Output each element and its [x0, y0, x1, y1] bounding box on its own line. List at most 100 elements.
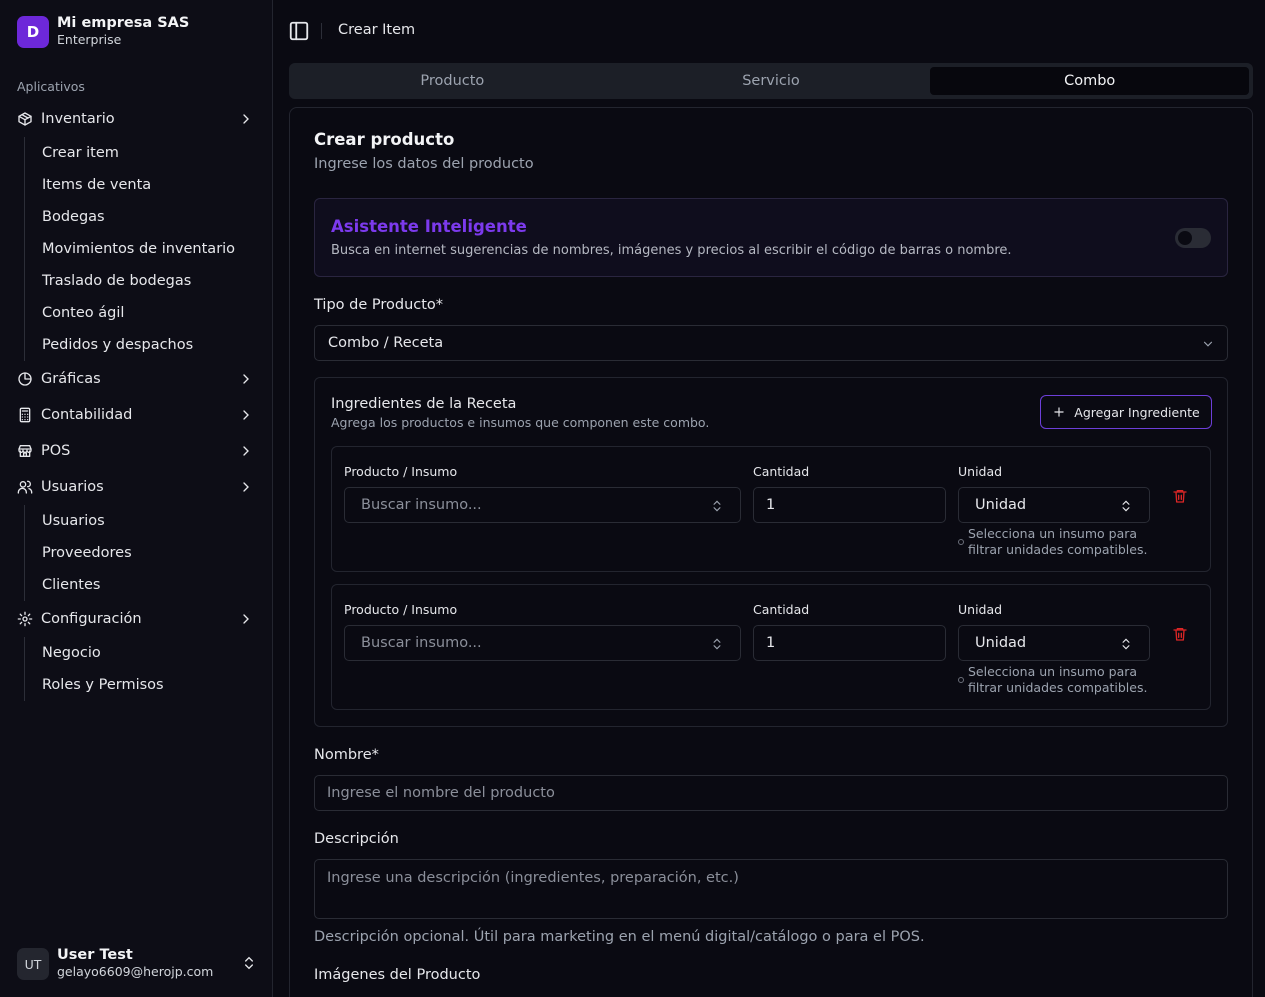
package-icon	[17, 111, 33, 127]
user-email: gelayo6609@herojp.com	[57, 964, 214, 979]
name-input[interactable]: Ingrese el nombre del producto	[314, 775, 1228, 811]
chevron-right-icon	[243, 114, 249, 124]
sidebar-item-graficas[interactable]: Gráficas	[0, 361, 272, 397]
user-name: User Test	[57, 947, 133, 963]
header-divider	[321, 23, 322, 39]
chevrons-up-down-icon	[713, 500, 721, 512]
quantity-field-label: Cantidad	[753, 464, 810, 479]
page-subtitle: Ingrese los datos del producto	[314, 156, 534, 172]
name-placeholder: Ingrese el nombre del producto	[327, 785, 555, 801]
breadcrumb: Crear Item	[338, 22, 416, 38]
smart-assistant-panel: Asistente Inteligente Busca en internet …	[314, 198, 1228, 277]
assistant-toggle[interactable]	[1175, 228, 1211, 248]
sidebar-item-label: Gráficas	[41, 371, 101, 387]
sidebar-item-configuracion[interactable]: Configuración	[0, 601, 272, 637]
avatar: UT	[17, 948, 49, 980]
pie-chart-icon	[17, 371, 33, 387]
recipe-ingredients-panel: Ingredientes de la Receta Agrega los pro…	[314, 377, 1228, 727]
sidebar-subitem[interactable]: Crear item	[42, 137, 272, 169]
sidebar-item-pos[interactable]: POS	[0, 433, 272, 469]
product-field-label: Producto / Insumo	[344, 464, 458, 479]
sidebar-subitem[interactable]: Clientes	[42, 569, 272, 601]
store-icon	[17, 443, 33, 459]
unit-field-label: Unidad	[958, 464, 1003, 479]
ingredient-row: Producto / Insumo Buscar insumo... Canti…	[331, 446, 1211, 572]
description-textarea[interactable]: Ingrese una descripción (ingredientes, p…	[314, 859, 1228, 919]
ingredient-search-placeholder: Buscar insumo...	[361, 635, 482, 651]
chevrons-up-down-icon	[1122, 500, 1130, 512]
trash-icon[interactable]	[1172, 488, 1188, 504]
product-field-label: Producto / Insumo	[344, 602, 458, 617]
sidebar-item-contabilidad[interactable]: Contabilidad	[0, 397, 272, 433]
sidebar-toggle-icon[interactable]	[288, 20, 310, 42]
org-switcher[interactable]: D Mi empresa SAS Enterprise	[17, 15, 189, 49]
sidebar-subitem[interactable]: Traslado de bodegas	[42, 265, 272, 297]
users-icon	[17, 479, 33, 495]
chevrons-up-down-icon	[245, 956, 253, 970]
chevrons-up-down-icon	[1122, 638, 1130, 650]
user-menu[interactable]: UT User Test gelayo6609@herojp.com	[17, 947, 257, 981]
sidebar-item-label: Configuración	[41, 611, 142, 627]
tab-combo[interactable]: Combo	[930, 67, 1250, 95]
calculator-icon	[17, 407, 33, 423]
tab-servicio[interactable]: Servicio	[612, 67, 931, 95]
trash-icon[interactable]	[1172, 626, 1188, 642]
ingredient-search-placeholder: Buscar insumo...	[361, 497, 482, 513]
sidebar-subitem[interactable]: Proveedores	[42, 537, 272, 569]
chevron-right-icon	[243, 410, 249, 420]
quantity-value: 1	[766, 497, 776, 513]
sidebar-nav: Inventario Crear item Items de venta Bod…	[0, 101, 272, 701]
chevrons-up-down-icon	[713, 638, 721, 650]
subnav-configuracion: Negocio Roles y Permisos	[24, 637, 272, 701]
unit-hint: Selecciona un insumo para filtrar unidad…	[968, 664, 1148, 695]
org-name: Mi empresa SAS	[57, 15, 190, 31]
sidebar-item-inventario[interactable]: Inventario	[0, 101, 272, 137]
quantity-field-label: Cantidad	[753, 602, 810, 617]
product-type-label: Tipo de Producto*	[314, 297, 444, 313]
assistant-description: Busca en internet sugerencias de nombres…	[331, 243, 1012, 258]
sidebar-item-label: Usuarios	[41, 479, 104, 495]
unit-select[interactable]: Unidad	[958, 625, 1150, 661]
sidebar-subitem[interactable]: Negocio	[42, 637, 272, 669]
org-plan: Enterprise	[57, 32, 122, 47]
add-ingredient-label: Agregar Ingrediente	[1074, 404, 1200, 420]
sidebar-subitem[interactable]: Items de venta	[42, 169, 272, 201]
sidebar-item-label: POS	[41, 443, 71, 459]
quantity-value: 1	[766, 635, 776, 651]
quantity-input[interactable]: 1	[753, 487, 946, 523]
unit-hint: Selecciona un insumo para filtrar unidad…	[968, 526, 1148, 557]
quantity-input[interactable]: 1	[753, 625, 946, 661]
sidebar-item-usuarios[interactable]: Usuarios	[0, 469, 272, 505]
chevron-right-icon	[243, 482, 249, 492]
chevron-right-icon	[243, 446, 249, 456]
recipe-subtitle: Agrega los productos e insumos que compo…	[331, 415, 710, 430]
product-type-select[interactable]: Combo / Receta	[314, 325, 1228, 361]
plus-icon	[1054, 407, 1064, 417]
unit-field-label: Unidad	[958, 602, 1003, 617]
add-ingredient-button[interactable]: Agregar Ingrediente	[1040, 395, 1212, 429]
assistant-title: Asistente Inteligente	[331, 217, 527, 236]
sidebar-item-label: Inventario	[41, 111, 115, 127]
subnav-inventario: Crear item Items de venta Bodegas Movimi…	[24, 137, 272, 361]
unit-select[interactable]: Unidad	[958, 487, 1150, 523]
sidebar-subitem[interactable]: Conteo ágil	[42, 297, 272, 329]
subnav-usuarios: Usuarios Proveedores Clientes	[24, 505, 272, 601]
ingredient-search-input[interactable]: Buscar insumo...	[344, 487, 741, 523]
sidebar-subitem[interactable]: Pedidos y despachos	[42, 329, 272, 361]
chevron-down-icon	[1203, 341, 1213, 347]
chevron-right-icon	[243, 374, 249, 384]
topbar: Crear Item	[273, 0, 1265, 62]
sidebar-subitem[interactable]: Roles y Permisos	[42, 669, 272, 701]
tab-producto[interactable]: Producto	[293, 67, 612, 95]
sidebar-subitem[interactable]: Usuarios	[42, 505, 272, 537]
sidebar-section-label: Aplicativos	[17, 79, 85, 94]
chevron-right-icon	[243, 614, 249, 624]
page-title: Crear producto	[314, 130, 455, 149]
sidebar-item-label: Contabilidad	[41, 407, 133, 423]
sidebar-subitem[interactable]: Movimientos de inventario	[42, 233, 272, 265]
sidebar-subitem[interactable]: Bodegas	[42, 201, 272, 233]
unit-value: Unidad	[975, 635, 1027, 651]
description-label: Descripción	[314, 831, 399, 847]
ingredient-search-input[interactable]: Buscar insumo...	[344, 625, 741, 661]
description-help: Descripción opcional. Útil para marketin…	[314, 929, 925, 945]
